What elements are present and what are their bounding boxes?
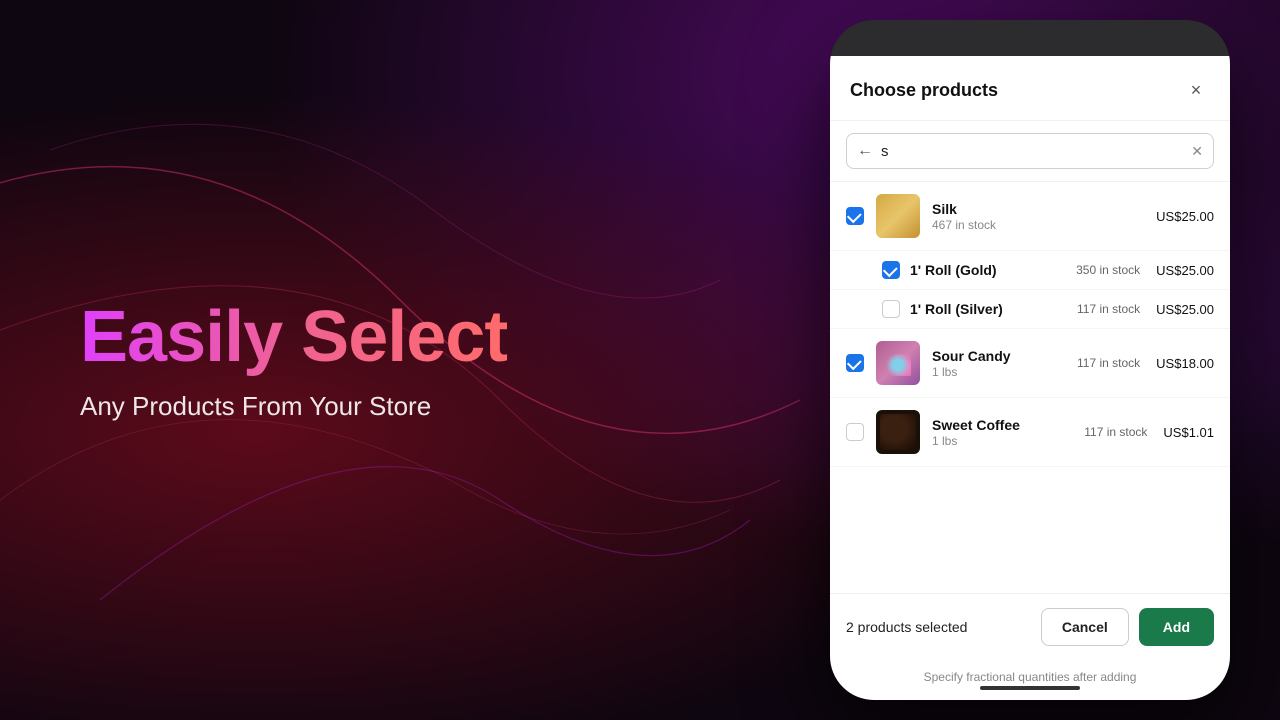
choose-products-modal: Choose products × ← ✕	[830, 56, 1230, 700]
silk-gold-name: 1' Roll (Gold)	[910, 262, 1066, 278]
hero-section: Easily Select Any Products From Your Sto…	[80, 298, 507, 422]
cancel-button[interactable]: Cancel	[1041, 608, 1129, 646]
silk-silver-checkbox[interactable]	[882, 300, 900, 318]
sour-candy-name: Sour Candy	[932, 348, 1065, 364]
sour-candy-checkbox[interactable]	[846, 354, 864, 372]
list-item: Silk 467 in stock US$25.00	[830, 182, 1230, 251]
hero-subtitle: Any Products From Your Store	[80, 391, 507, 422]
phone-wrapper: Choose products × ← ✕	[830, 0, 1230, 720]
phone-frame: Choose products × ← ✕	[830, 20, 1230, 700]
silk-info: Silk 467 in stock	[932, 201, 1144, 232]
search-bar: ← ✕	[846, 133, 1214, 169]
modal-title: Choose products	[850, 80, 998, 101]
silk-gold-info: 1' Roll (Gold)	[910, 262, 1066, 278]
sour-candy-right: 117 in stock US$18.00	[1077, 356, 1214, 371]
modal-footer: 2 products selected Cancel Add	[830, 593, 1230, 660]
sour-candy-image	[876, 341, 920, 385]
silk-name: Silk	[932, 201, 1144, 217]
sweet-coffee-checkbox[interactable]	[846, 423, 864, 441]
hero-title: Easily Select	[80, 298, 507, 377]
sour-candy-meta: 1 lbs	[932, 365, 1065, 379]
silk-image	[876, 194, 920, 238]
silk-silver-stock: 117 in stock	[1077, 302, 1140, 316]
list-item: Sweet Coffee 1 lbs 117 in stock US$1.01	[830, 398, 1230, 467]
silk-silver-name: 1' Roll (Silver)	[910, 301, 1067, 317]
silk-silver-price: US$25.00	[1156, 302, 1214, 317]
sour-candy-info: Sour Candy 1 lbs	[932, 348, 1065, 379]
sweet-coffee-image	[876, 410, 920, 454]
silk-meta: 467 in stock	[932, 218, 1144, 232]
home-indicator	[980, 686, 1080, 690]
footer-actions: Cancel Add	[1041, 608, 1214, 646]
list-item: 1' Roll (Gold) 350 in stock US$25.00	[830, 251, 1230, 290]
list-item: 1' Roll (Silver) 117 in stock US$25.00	[830, 290, 1230, 329]
silk-gold-checkbox[interactable]	[882, 261, 900, 279]
sour-candy-stock: 117 in stock	[1077, 356, 1140, 370]
silk-right: US$25.00	[1156, 209, 1214, 224]
sweet-coffee-info: Sweet Coffee 1 lbs	[932, 417, 1072, 448]
list-item: Sour Candy 1 lbs 117 in stock US$18.00	[830, 329, 1230, 398]
back-icon[interactable]: ←	[857, 142, 873, 160]
close-button[interactable]: ×	[1182, 76, 1210, 104]
sweet-coffee-stock: 117 in stock	[1084, 425, 1147, 439]
clear-search-icon[interactable]: ✕	[1191, 143, 1203, 160]
phone-top-bar	[830, 20, 1230, 56]
silk-gold-price: US$25.00	[1156, 263, 1214, 278]
selected-count: 2 products selected	[846, 619, 967, 635]
hint-text: Specify fractional quantities after addi…	[924, 670, 1137, 684]
silk-silver-info: 1' Roll (Silver)	[910, 301, 1067, 317]
modal-header: Choose products ×	[830, 56, 1230, 121]
silk-checkbox[interactable]	[846, 207, 864, 225]
close-icon: ×	[1191, 80, 1202, 101]
search-input[interactable]	[881, 143, 1183, 160]
modal-hint: Specify fractional quantities after addi…	[830, 660, 1230, 700]
silk-silver-right: 117 in stock US$25.00	[1077, 302, 1214, 317]
sweet-coffee-right: 117 in stock US$1.01	[1084, 425, 1214, 440]
silk-gold-stock: 350 in stock	[1076, 263, 1140, 277]
silk-price: US$25.00	[1156, 209, 1214, 224]
silk-gold-right: 350 in stock US$25.00	[1076, 263, 1214, 278]
search-container: ← ✕	[830, 121, 1230, 182]
sweet-coffee-name: Sweet Coffee	[932, 417, 1072, 433]
product-list: Silk 467 in stock US$25.00 1' Roll (Gold…	[830, 182, 1230, 593]
sweet-coffee-price: US$1.01	[1163, 425, 1214, 440]
sweet-coffee-meta: 1 lbs	[932, 434, 1072, 448]
sour-candy-price: US$18.00	[1156, 356, 1214, 371]
add-button[interactable]: Add	[1139, 608, 1214, 646]
